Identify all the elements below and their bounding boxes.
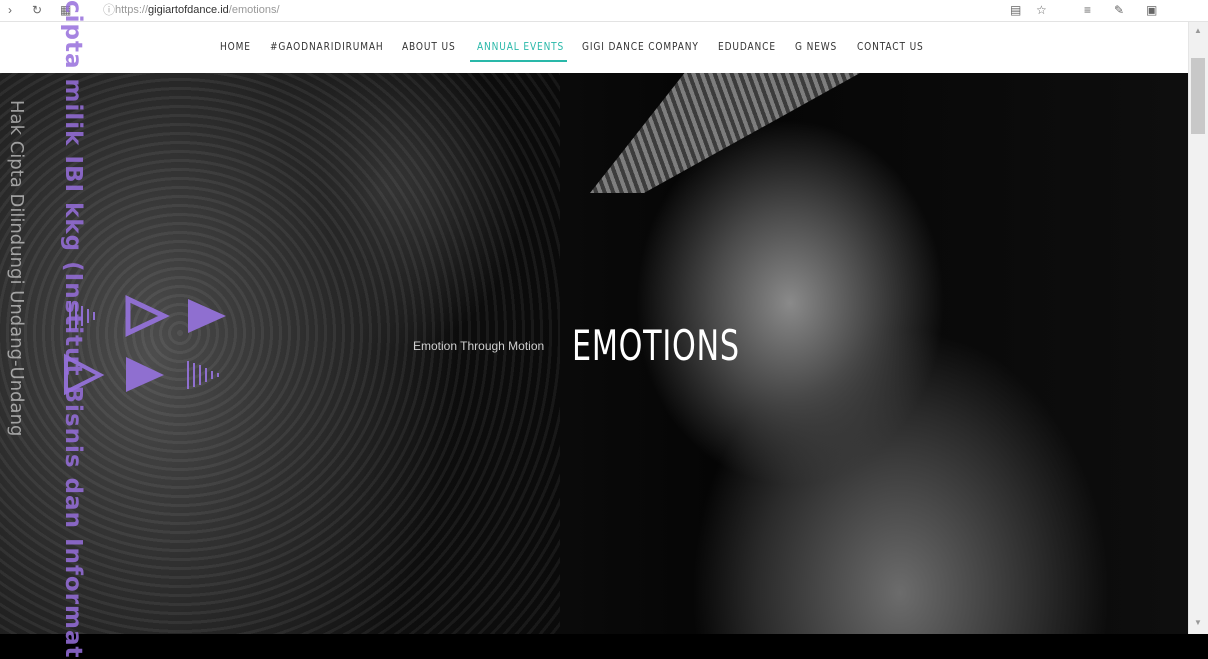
main-navigation: HOME #GAODNARIDIRUMAH ABOUT US ANNUAL EV…: [0, 22, 1188, 73]
nav-item-g-news[interactable]: G NEWS: [795, 41, 837, 53]
url-host: gigiartofdance.id: [148, 4, 229, 16]
nav-item-contact-us[interactable]: CONTACT US: [857, 41, 924, 53]
scroll-down-icon[interactable]: ▼: [1194, 618, 1202, 627]
nav-item-home[interactable]: HOME: [220, 41, 251, 53]
address-bar[interactable]: https://gigiartofdance.id/emotions/: [115, 1, 280, 19]
nav-item-gaodnaridirumah[interactable]: #GAODNARIDIRUMAH: [270, 41, 384, 53]
nav-item-edudance[interactable]: EDUDANCE: [718, 41, 776, 53]
nav-item-about-us[interactable]: ABOUT US: [402, 41, 456, 53]
nav-item-gigi-dance-company[interactable]: GIGI DANCE COMPANY: [582, 41, 699, 53]
copyright-watermark: Hak Cipta Dilindungi Undang-Undang: [6, 100, 27, 437]
notes-pen-icon[interactable]: ✎: [1114, 2, 1124, 18]
reading-view-icon[interactable]: ▤: [1010, 2, 1021, 18]
hero-dancer-fan: [590, 73, 860, 193]
nav-item-annual-events[interactable]: ANNUAL EVENTS: [477, 41, 564, 53]
share-icon[interactable]: ▣: [1146, 2, 1157, 18]
back-arrow-icon[interactable]: ›: [8, 2, 12, 18]
active-tab-underline: [470, 60, 567, 62]
hero-tagline: Emotion Through Motion: [413, 339, 545, 353]
play-triangles-decoration: [64, 295, 226, 395]
favorite-star-icon[interactable]: ☆: [1036, 2, 1047, 18]
refresh-icon[interactable]: ↻: [32, 2, 42, 18]
favorites-hub-icon[interactable]: ≡: [1084, 2, 1091, 18]
info-icon[interactable]: ⓘ: [103, 2, 115, 18]
url-path: /emotions/: [228, 4, 280, 16]
scroll-up-icon[interactable]: ▲: [1194, 26, 1202, 35]
url-prefix: https://: [115, 4, 149, 16]
ownership-watermark: cipta milik IBI kkg (Institut Bisnis dan…: [60, 0, 86, 659]
hero-banner: Emotion Through Motion EMOTIONS: [0, 73, 1188, 634]
hero-title: EMOTIONS: [572, 321, 740, 370]
browser-toolbar: › ↻ ▦ ⓘ https://gigiartofdance.id/emotio…: [0, 0, 1208, 22]
page-scrollbar[interactable]: ▲ ▼: [1188, 22, 1208, 634]
scrollbar-thumb[interactable]: [1191, 58, 1205, 134]
